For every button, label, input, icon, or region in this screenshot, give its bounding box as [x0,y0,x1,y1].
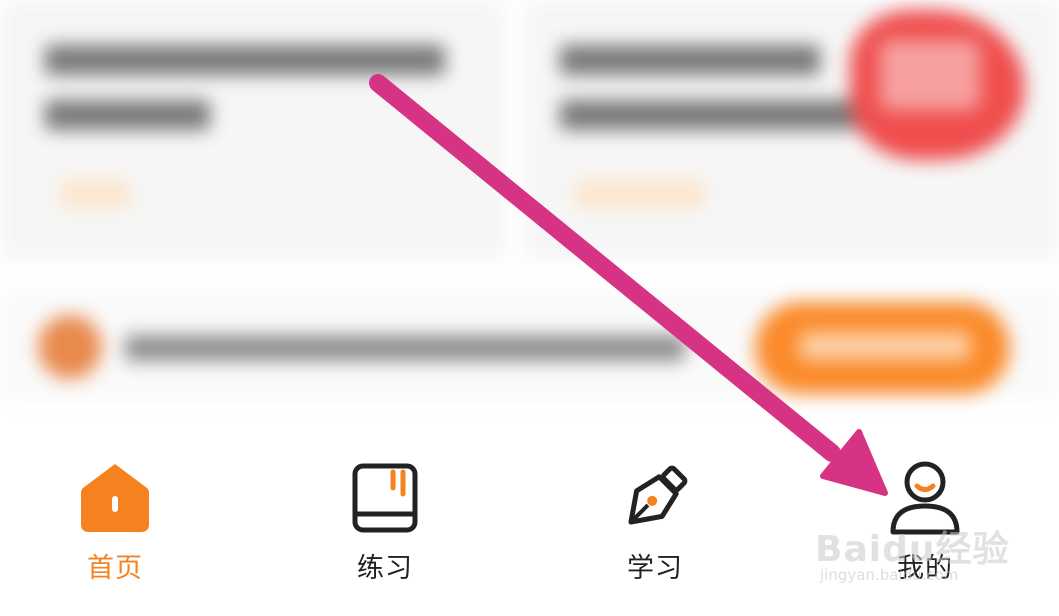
home-icon [81,464,149,532]
tab-study[interactable]: 学习 [585,460,725,610]
card-tag [60,180,130,208]
course-card-left[interactable] [0,0,505,260]
card-title-line [45,45,445,75]
tab-study-label: 学习 [627,553,683,584]
notebook-icon [352,463,418,533]
card-title-line [560,45,820,75]
promo-badge-text [880,40,980,110]
bottom-tab-bar: 首页 练习 学习 我的 [0,430,1059,616]
card-title-line [560,100,860,130]
tab-mine[interactable]: 我的 [855,460,995,610]
tab-practice-label: 练习 [357,553,413,584]
notice-avatar [38,315,102,379]
app-screen: 首页 练习 学习 我的 Baidu经验 jingyan.baidu.com [0,0,1059,616]
person-icon [890,461,960,535]
tab-home-label: 首页 [87,553,143,584]
pen-nib-icon [628,465,688,525]
card-title-line [45,100,210,130]
notice-text [125,335,685,361]
tab-home[interactable]: 首页 [45,460,185,610]
blurred-content-area [0,0,1059,420]
notice-action-button-label [800,332,970,360]
tab-practice[interactable]: 练习 [315,460,455,610]
card-tag [575,180,705,208]
tab-mine-label: 我的 [897,553,953,584]
